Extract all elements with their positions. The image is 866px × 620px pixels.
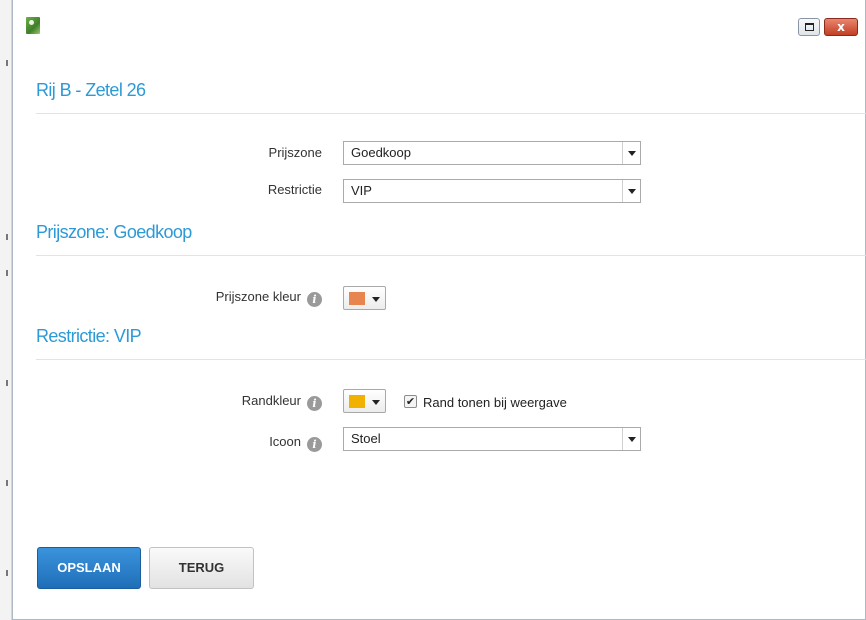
close-icon: x [837,20,845,34]
maximize-button[interactable] [798,18,820,36]
chevron-down-icon[interactable] [622,180,640,202]
back-button[interactable]: TERUG [149,547,254,589]
chevron-down-icon[interactable] [622,428,640,450]
rand-tonen-label[interactable]: Rand tonen bij weergave [423,395,567,410]
info-icon[interactable]: i [307,437,322,452]
divider [36,255,866,256]
background-tick [6,60,8,66]
title-bar[interactable]: x [13,0,865,48]
seat-dialog: x Rij B - Zetel 26 Prijszone Goedkoop Re… [12,0,866,620]
background-tick [6,480,8,486]
prijszone-kleur-label-text: Prijszone kleur [215,289,301,304]
save-button[interactable]: OPSLAAN [37,547,141,589]
chevron-down-icon[interactable] [622,142,640,164]
background-tick [6,270,8,276]
icoon-select[interactable]: Stoel [343,427,641,451]
prijszone-kleur-label: Prijszone kleur i [163,289,322,307]
background-tick [6,234,8,240]
randkleur-label-text: Randkleur [241,393,301,408]
prijszone-section-title: Prijszone: Goedkoop [36,222,192,242]
restrictie-label: Restrictie [267,182,322,197]
background-tick [6,380,8,386]
prijszone-select-value: Goedkoop [351,145,411,160]
page-title: Rij B - Zetel 26 [36,80,146,100]
prijszone-color-picker[interactable] [343,286,386,310]
color-swatch [349,292,365,305]
background-window [0,0,12,620]
caret-down-icon [372,400,380,405]
prijszone-select[interactable]: Goedkoop [343,141,641,165]
divider [36,113,866,114]
info-icon[interactable]: i [307,396,322,411]
icoon-select-value: Stoel [351,431,381,446]
restrictie-section-title: Restrictie: VIP [36,326,142,346]
restrictie-select[interactable]: VIP [343,179,641,203]
color-swatch [349,395,365,408]
prijszone-label: Prijszone [268,145,322,160]
randkleur-color-picker[interactable] [343,389,386,413]
close-button[interactable]: x [824,18,858,36]
icoon-label-text: Icoon [269,434,301,449]
app-leaf-icon [26,17,40,34]
caret-down-icon [372,297,380,302]
info-icon[interactable]: i [307,292,322,307]
maximize-icon [805,23,814,31]
restrictie-select-value: VIP [351,183,372,198]
rand-tonen-checkbox[interactable]: ✔ [404,395,417,408]
icoon-label: Icoon i [163,434,322,452]
divider [36,359,866,360]
background-tick [6,570,8,576]
randkleur-label: Randkleur i [163,393,322,411]
